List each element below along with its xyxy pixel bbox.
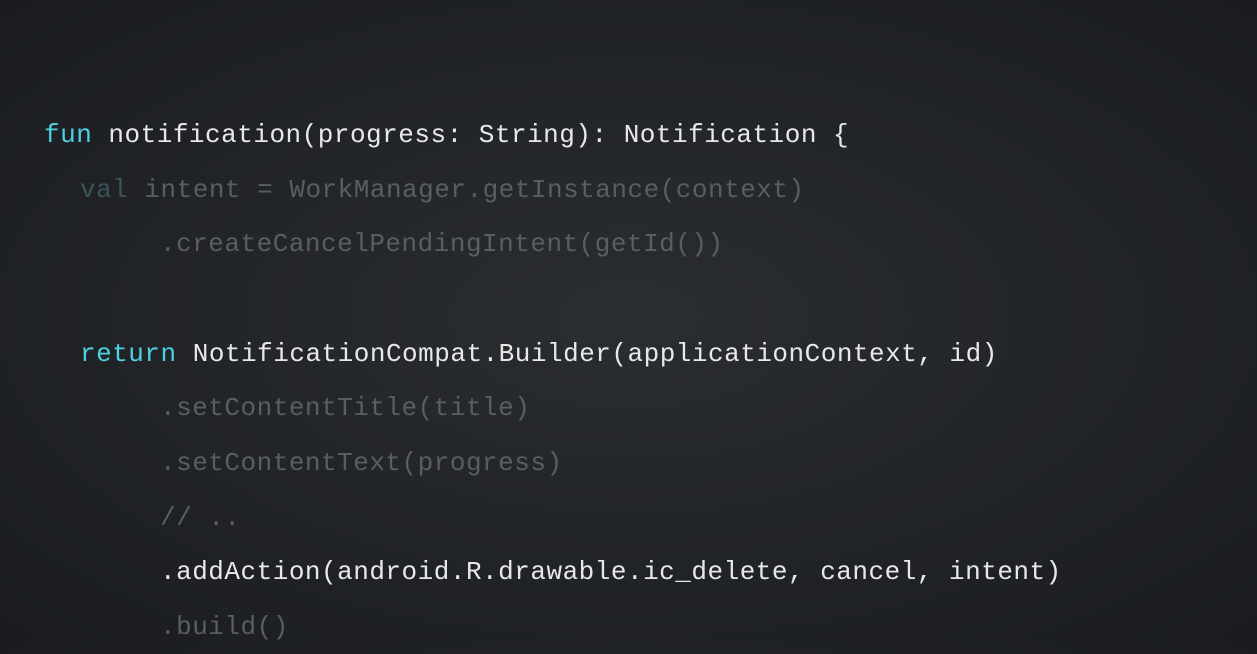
code-text: .createCancelPendingIntent(getId()) xyxy=(160,229,724,259)
code-text: NotificationCompat.Builder(applicationCo… xyxy=(177,339,998,369)
keyword-return: return xyxy=(80,339,177,369)
code-text: .setContentTitle(title) xyxy=(160,393,530,423)
code-line-3: .createCancelPendingIntent(getId()) xyxy=(44,217,1257,272)
code-text: notification(progress: String): Notifica… xyxy=(92,120,849,150)
code-block: fun notification(progress: String): Noti… xyxy=(44,108,1257,654)
blank-line xyxy=(44,272,1257,327)
code-line-6: .setContentText(progress) xyxy=(44,436,1257,491)
code-line-9: .build() xyxy=(44,600,1257,654)
code-text: .addAction(android.R.drawable.ic_delete,… xyxy=(160,557,1062,587)
code-text: .setContentText(progress) xyxy=(160,448,563,478)
code-line-1: fun notification(progress: String): Noti… xyxy=(44,108,1257,163)
code-line-4: return NotificationCompat.Builder(applic… xyxy=(44,327,1257,382)
code-line-2: val intent = WorkManager.getInstance(con… xyxy=(44,163,1257,218)
code-comment: // .. xyxy=(160,503,241,533)
keyword-val: val xyxy=(80,175,128,205)
code-text: intent = WorkManager.getInstance(context… xyxy=(128,175,804,205)
code-text: .build() xyxy=(160,612,289,642)
code-line-7: // .. xyxy=(44,491,1257,546)
keyword-fun: fun xyxy=(44,120,92,150)
code-line-5: .setContentTitle(title) xyxy=(44,381,1257,436)
code-line-8: .addAction(android.R.drawable.ic_delete,… xyxy=(44,545,1257,600)
